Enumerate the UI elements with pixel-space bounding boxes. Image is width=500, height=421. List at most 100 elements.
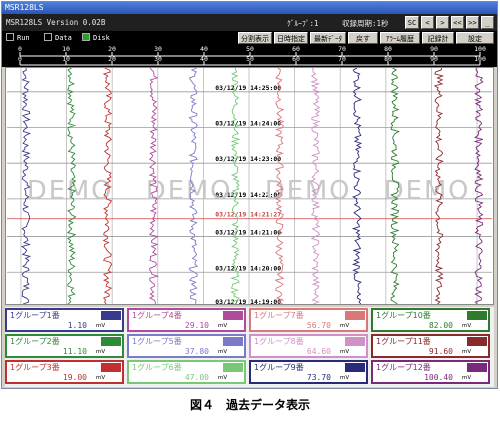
channel-value: 47.00 <box>184 373 209 382</box>
timestamp-label: 03/12/19 14:20:00 <box>215 264 281 272</box>
timestamp-label: 03/12/19 14:23:00 <box>215 155 281 163</box>
channel-panel[interactable]: 1グループ1番 1.10 mV <box>5 308 124 332</box>
minimize-button[interactable]: _ <box>481 16 494 29</box>
scale-bottom-label: 70 <box>338 55 346 63</box>
scale-top-label: 90 <box>430 45 438 53</box>
latest-data-button[interactable]: 最新ﾃﾞｰﾀ <box>310 32 346 44</box>
channel-name: 1グループ9番 <box>254 363 304 372</box>
channel-value: 100.40 <box>424 373 453 382</box>
app-header: MSR128LS Version 0.02B ｸﾞﾙｰﾌﾟ:1 収録周期:1秒 … <box>2 14 497 31</box>
trend-chart: 03/12/19 14:25:00 03/12/19 14:24:00 03/12/… <box>5 67 494 305</box>
channel-unit: mV <box>218 375 228 381</box>
scale-top-label: 10 <box>62 45 70 53</box>
scale-bottom-label: 100 <box>474 55 486 63</box>
channel-panel[interactable]: 1グループ9番 73.70 mV <box>249 360 368 384</box>
version-label: MSR128LS Version 0.02B <box>6 18 106 27</box>
app-window: MSR128LS MSR128LS Version 0.02B ｸﾞﾙｰﾌﾟ:1… <box>1 1 498 389</box>
scale-bottom-label: 80 <box>384 55 392 63</box>
scale-top-label: 60 <box>292 45 300 53</box>
trace-line <box>473 68 484 304</box>
scale-top-label: 30 <box>154 45 162 53</box>
channel-color-swatch <box>223 363 243 372</box>
channel-value: 37.80 <box>184 347 209 356</box>
scale-top-label: 40 <box>200 45 208 53</box>
demo-watermark: DEMO <box>27 176 114 206</box>
channel-unit: mV <box>218 349 228 355</box>
data-indicator: Data <box>44 33 72 43</box>
scale-bottom-label: 20 <box>108 55 116 63</box>
channel-panel[interactable]: 1グループ12番 100.40 mV <box>371 360 490 384</box>
channel-panel[interactable]: 1グループ4番 29.10 mV <box>127 308 246 332</box>
scale-bottom-label: 40 <box>200 55 208 63</box>
trace-line <box>351 68 363 304</box>
cycle-label: 収録周期:1秒 <box>342 19 389 28</box>
channel-color-swatch <box>467 311 487 320</box>
scale-bottom-label: 10 <box>62 55 70 63</box>
scale-top-label: 0 <box>18 45 22 53</box>
disk-indicator: Disk <box>82 33 110 43</box>
channel-unit: mV <box>462 349 472 355</box>
channel-name: 1グループ6番 <box>132 363 182 372</box>
status-toolbar: Run Data Disk 分割表示 日時指定 最新ﾃﾞｰﾀ 戻す ｱﾗｰﾑ履歴… <box>2 31 497 45</box>
timestamp-label: 03/12/19 14:21:27 <box>215 211 281 219</box>
alarm-history-button[interactable]: ｱﾗｰﾑ履歴 <box>380 32 420 44</box>
channel-name: 1グループ8番 <box>254 337 304 346</box>
channel-value: 91.60 <box>428 347 453 356</box>
channel-unit: mV <box>340 349 350 355</box>
channel-panel[interactable]: 1グループ6番 47.00 mV <box>127 360 246 384</box>
channel-value: 56.70 <box>306 321 331 330</box>
channel-panel[interactable]: 1グループ2番 11.10 mV <box>5 334 124 358</box>
window-title: MSR128LS <box>2 2 497 14</box>
channel-unit: mV <box>96 375 106 381</box>
sc-button[interactable]: SC <box>405 16 419 29</box>
channel-panel[interactable]: 1グループ10番 82.00 mV <box>371 308 490 332</box>
channel-value: 29.10 <box>184 321 209 330</box>
channel-value: 11.10 <box>62 347 87 356</box>
channel-value: 82.00 <box>428 321 453 330</box>
recorder-button[interactable]: 記録計 <box>422 32 454 44</box>
channel-name: 1グループ4番 <box>132 311 182 320</box>
channel-unit: mV <box>340 323 350 329</box>
channel-unit: mV <box>218 323 228 329</box>
channel-name: 1グループ12番 <box>376 363 431 372</box>
channel-panel[interactable]: 1グループ5番 37.80 mV <box>127 334 246 358</box>
channel-unit: mV <box>96 349 106 355</box>
channel-color-swatch <box>223 337 243 346</box>
channel-name: 1グループ3番 <box>10 363 60 372</box>
channel-panels: 1グループ1番 1.10 mV 1グループ2番 11.10 mV 1グループ3番 19.00 m… <box>5 307 494 387</box>
run-led-icon <box>6 33 14 41</box>
date-select-button[interactable]: 日時指定 <box>274 32 308 44</box>
channel-panel[interactable]: 1グループ11番 91.60 mV <box>371 334 490 358</box>
run-label: Run <box>17 34 30 42</box>
channel-color-swatch <box>101 311 121 320</box>
settings-button[interactable]: 設定 <box>456 32 494 44</box>
scale-bottom-label: 50 <box>246 55 254 63</box>
channel-color-swatch <box>467 337 487 346</box>
channel-unit: mV <box>340 375 350 381</box>
channel-color-swatch <box>101 337 121 346</box>
split-view-button[interactable]: 分割表示 <box>238 32 272 44</box>
scale-top-label: 50 <box>246 45 254 53</box>
run-indicator: Run <box>6 33 30 43</box>
fast-forward-button[interactable]: >> <box>466 16 479 29</box>
channel-color-swatch <box>101 363 121 372</box>
channel-name: 1グループ7番 <box>254 311 304 320</box>
disk-led-icon <box>82 33 90 41</box>
channel-name: 1グループ2番 <box>10 337 60 346</box>
channel-name: 1グループ11番 <box>376 337 431 346</box>
channel-panel[interactable]: 1グループ8番 64.60 mV <box>249 334 368 358</box>
scale-top-label: 80 <box>384 45 392 53</box>
back-button[interactable]: 戻す <box>348 32 378 44</box>
next-button[interactable]: > <box>436 16 449 29</box>
channel-panel[interactable]: 1グループ7番 56.70 mV <box>249 308 368 332</box>
scale-top-label: 100 <box>474 45 486 53</box>
channel-unit: mV <box>96 323 106 329</box>
fast-back-button[interactable]: << <box>451 16 464 29</box>
prev-button[interactable]: < <box>421 16 434 29</box>
group-label: ｸﾞﾙｰﾌﾟ:1 <box>287 19 319 28</box>
channel-panel[interactable]: 1グループ3番 19.00 mV <box>5 360 124 384</box>
channel-name: 1グループ1番 <box>10 311 60 320</box>
demo-watermark: DEMO <box>146 176 233 206</box>
scale-bottom-label: 90 <box>430 55 438 63</box>
channel-unit: mV <box>462 323 472 329</box>
